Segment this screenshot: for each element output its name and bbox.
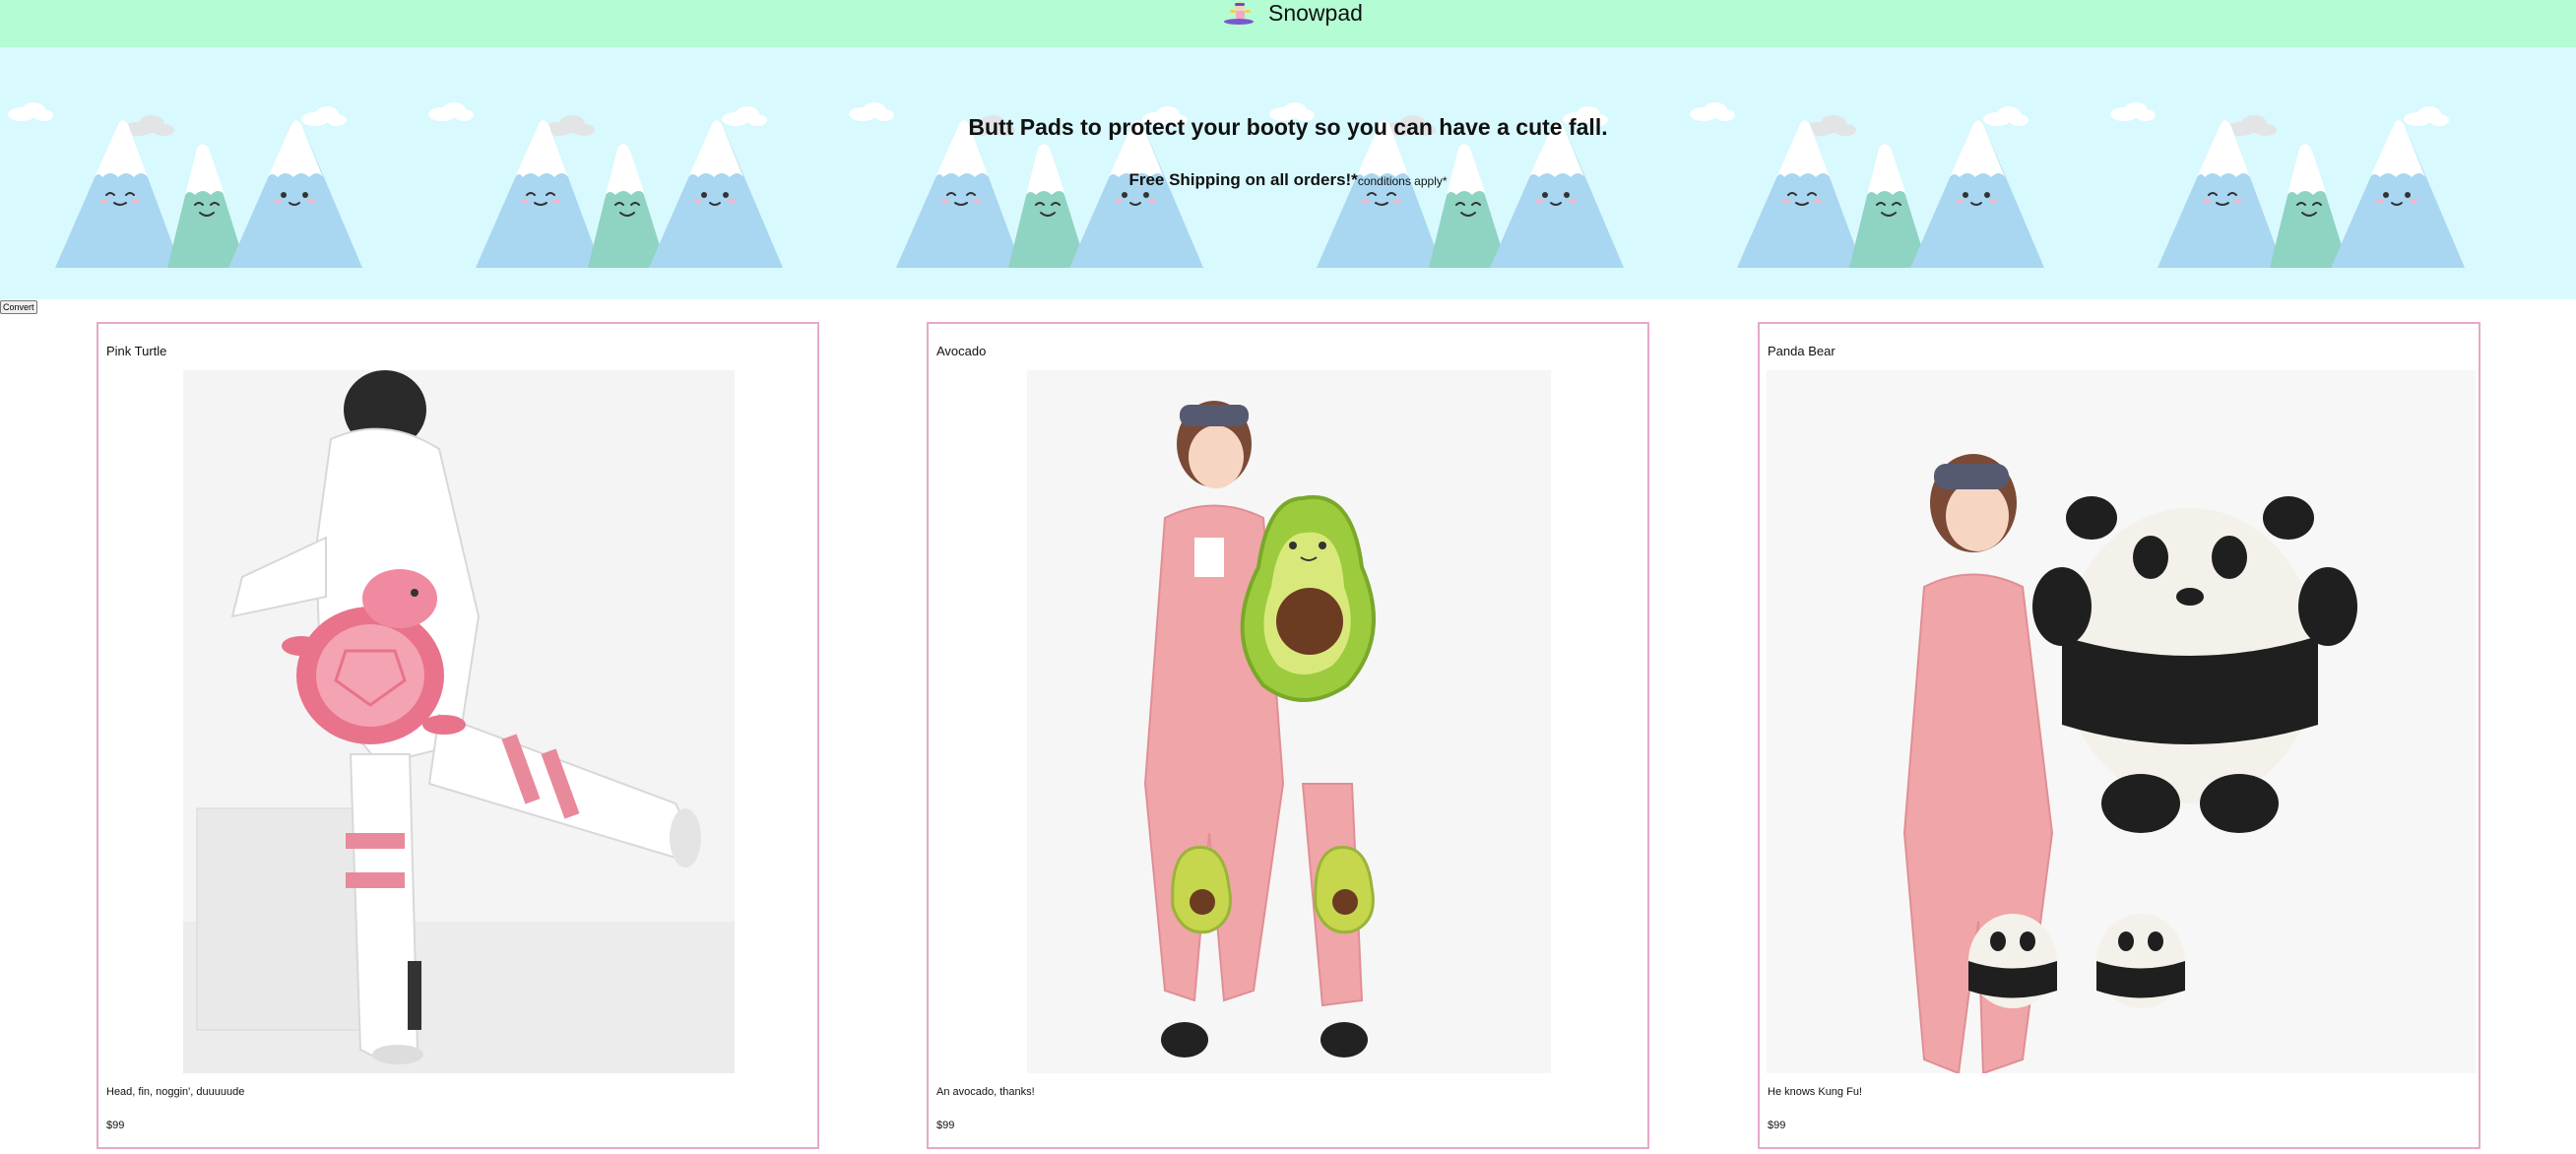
product-card[interactable]: Panda Bear He knows Kung Fu! $99 (1758, 322, 2480, 1149)
shipping-main: Free Shipping on all orders!* (1128, 170, 1358, 189)
shipping-notice: Free Shipping on all orders!*conditions … (0, 170, 2576, 190)
product-description: He knows Kung Fu! (1768, 1086, 1862, 1098)
shipping-conditions[interactable]: conditions apply* (1358, 174, 1448, 188)
brand[interactable]: Snowpad (1221, 0, 1363, 26)
product-name: Avocado (936, 344, 987, 358)
pink-turtle-pad-photo[interactable] (183, 370, 735, 1073)
product-card[interactable]: Avocado An avocado, thanks! $99 (927, 322, 1649, 1149)
product-card[interactable]: Pink Turtle Head, fin, noggin', duuuuude… (97, 322, 819, 1149)
product-price: $99 (936, 1120, 955, 1131)
product-price: $99 (106, 1120, 125, 1131)
product-price: $99 (1768, 1120, 1786, 1131)
product-name: Panda Bear (1768, 344, 1835, 358)
product-description: An avocado, thanks! (936, 1086, 1035, 1098)
banner-text: Butt Pads to protect your booty so you c… (0, 47, 2576, 299)
product-description: Head, fin, noggin', duuuuude (106, 1086, 245, 1098)
panda-pad-photo[interactable] (1767, 370, 2476, 1073)
product-name: Pink Turtle (106, 344, 167, 358)
brand-name: Snowpad (1268, 0, 1363, 26)
tagline: Butt Pads to protect your booty so you c… (968, 114, 1608, 140)
snowboarder-logo-icon (1224, 2, 1254, 25)
site-header: Snowpad (0, 0, 2576, 47)
convert-button[interactable]: Convert (0, 300, 37, 314)
hero-banner: Butt Pads to protect your booty so you c… (0, 47, 2576, 299)
avocado-pad-photo[interactable] (1027, 370, 1551, 1073)
